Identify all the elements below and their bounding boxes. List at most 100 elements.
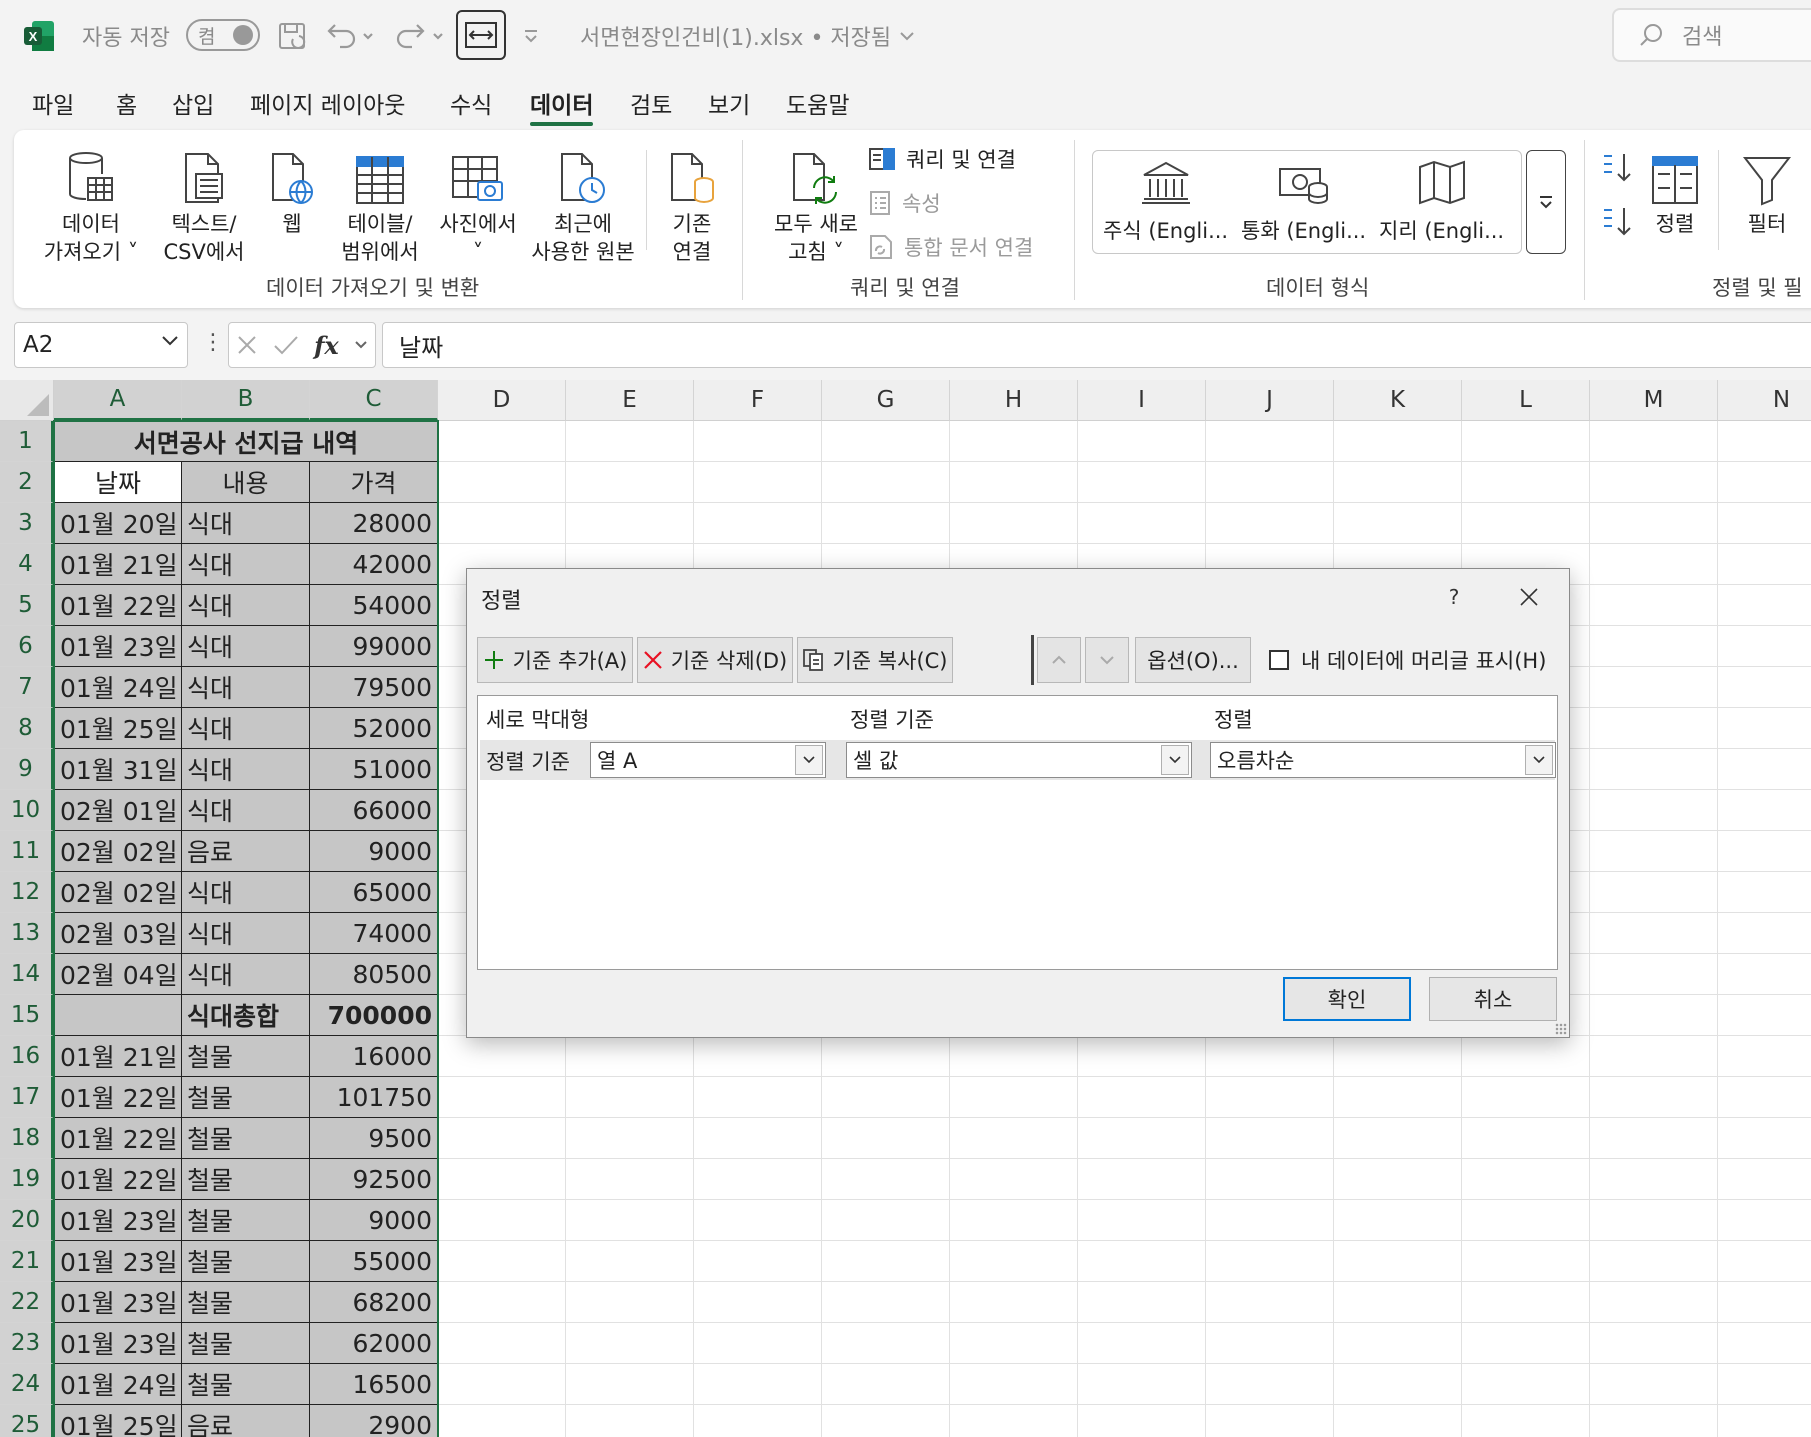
- column-header[interactable]: G: [822, 380, 950, 421]
- price-cell[interactable]: 66000: [310, 790, 438, 831]
- content-cell[interactable]: 철물: [182, 1200, 310, 1241]
- price-cell[interactable]: 101750: [310, 1077, 438, 1118]
- close-icon[interactable]: [1509, 579, 1549, 615]
- row-header[interactable]: 11: [0, 831, 54, 872]
- cancel-icon[interactable]: [236, 334, 258, 356]
- customize-qat-icon[interactable]: [518, 14, 544, 58]
- date-cell[interactable]: 01월 24일: [54, 667, 182, 708]
- content-cell[interactable]: 식대: [182, 626, 310, 667]
- row-header[interactable]: 23: [0, 1323, 54, 1364]
- row-header[interactable]: 3: [0, 503, 54, 544]
- recent-sources-button[interactable]: 최근에 사용한 원본: [518, 140, 648, 266]
- edit-links-button[interactable]: 통합 문서 연결: [868, 232, 1033, 262]
- date-cell[interactable]: 01월 31일: [54, 749, 182, 790]
- content-cell[interactable]: 음료: [182, 1405, 310, 1437]
- column-header[interactable]: D: [438, 380, 566, 421]
- autosave-toggle[interactable]: 켬: [186, 19, 260, 51]
- chevron-down-icon[interactable]: [354, 340, 368, 350]
- move-up-button[interactable]: [1037, 637, 1081, 683]
- name-box[interactable]: A2: [14, 322, 188, 368]
- row-header[interactable]: 22: [0, 1282, 54, 1323]
- price-cell[interactable]: 79500: [310, 667, 438, 708]
- date-cell[interactable]: 01월 22일: [54, 1118, 182, 1159]
- content-cell[interactable]: 식대: [182, 872, 310, 913]
- price-cell[interactable]: 74000: [310, 913, 438, 954]
- queries-connections-button[interactable]: 쿼리 및 연결: [868, 144, 1016, 174]
- price-cell[interactable]: 99000: [310, 626, 438, 667]
- tab-file[interactable]: 파일: [32, 86, 74, 120]
- content-cell[interactable]: 철물: [182, 1159, 310, 1200]
- tab-page-layout[interactable]: 페이지 레이아웃: [250, 86, 405, 120]
- more-options-icon[interactable]: ⋮: [202, 330, 224, 355]
- row-header[interactable]: 18: [0, 1118, 54, 1159]
- sort-on-select[interactable]: 셀 값: [846, 742, 1192, 778]
- column-header[interactable]: I: [1078, 380, 1206, 421]
- date-cell[interactable]: 02월 04일: [54, 954, 182, 995]
- has-headers-checkbox[interactable]: 내 데이터에 머리글 표시(H): [1269, 645, 1546, 675]
- price-cell[interactable]: 700000: [310, 995, 438, 1036]
- ok-button[interactable]: 확인: [1283, 977, 1411, 1021]
- content-cell[interactable]: 식대: [182, 667, 310, 708]
- column-header[interactable]: E: [566, 380, 694, 421]
- row-header[interactable]: 17: [0, 1077, 54, 1118]
- cancel-button[interactable]: 취소: [1429, 977, 1557, 1021]
- undo-icon[interactable]: [320, 14, 380, 58]
- price-cell[interactable]: 55000: [310, 1241, 438, 1282]
- move-down-button[interactable]: [1085, 637, 1129, 683]
- content-cell[interactable]: 철물: [182, 1282, 310, 1323]
- row-header[interactable]: 19: [0, 1159, 54, 1200]
- date-cell[interactable]: 01월 25일: [54, 1405, 182, 1437]
- column-header[interactable]: F: [694, 380, 822, 421]
- date-cell[interactable]: 02월 02일: [54, 872, 182, 913]
- from-picture-button[interactable]: 사진에서 ˅: [428, 140, 528, 266]
- column-header[interactable]: M: [1590, 380, 1718, 421]
- text-csv-button[interactable]: 텍스트/ CSV에서: [154, 140, 254, 266]
- tab-data[interactable]: 데이터: [530, 86, 594, 126]
- column-header[interactable]: J: [1206, 380, 1334, 421]
- select-all-corner[interactable]: [0, 380, 54, 421]
- date-cell[interactable]: 01월 23일: [54, 1241, 182, 1282]
- date-cell[interactable]: [54, 995, 182, 1036]
- date-cell[interactable]: 02월 02일: [54, 831, 182, 872]
- tab-help[interactable]: 도움말: [786, 86, 849, 120]
- price-cell[interactable]: 42000: [310, 544, 438, 585]
- row-header[interactable]: 12: [0, 872, 54, 913]
- tab-view[interactable]: 보기: [708, 86, 750, 120]
- content-cell[interactable]: 식대: [182, 503, 310, 544]
- row-header[interactable]: 25: [0, 1405, 54, 1437]
- sort-ascending-button[interactable]: [1598, 150, 1632, 186]
- stocks-datatype-button[interactable]: 주식 (Engli...: [1103, 157, 1228, 245]
- content-cell[interactable]: 식대: [182, 954, 310, 995]
- content-cell[interactable]: 식대: [182, 585, 310, 626]
- row-header[interactable]: 2: [0, 462, 54, 503]
- document-title[interactable]: 서면현장인건비(1).xlsx • 저장됨: [580, 18, 915, 54]
- date-cell[interactable]: 01월 23일: [54, 1282, 182, 1323]
- help-button[interactable]: ?: [1439, 579, 1469, 615]
- content-cell[interactable]: 식대총합: [182, 995, 310, 1036]
- price-cell[interactable]: 80500: [310, 954, 438, 995]
- price-cell[interactable]: 2900: [310, 1405, 438, 1437]
- fit-width-icon[interactable]: [456, 10, 506, 60]
- date-cell[interactable]: 02월 01일: [54, 790, 182, 831]
- content-cell[interactable]: 음료: [182, 831, 310, 872]
- content-cell[interactable]: 철물: [182, 1077, 310, 1118]
- sort-button[interactable]: 정렬: [1640, 140, 1710, 238]
- price-cell[interactable]: 16000: [310, 1036, 438, 1077]
- price-cell[interactable]: 52000: [310, 708, 438, 749]
- price-cell[interactable]: 16500: [310, 1364, 438, 1405]
- table-title-cell[interactable]: 서면공사 선지급 내역: [54, 421, 438, 462]
- content-cell[interactable]: 철물: [182, 1323, 310, 1364]
- save-icon[interactable]: [272, 14, 312, 58]
- row-header[interactable]: 14: [0, 954, 54, 995]
- geography-datatype-button[interactable]: 지리 (Engli...: [1379, 157, 1504, 245]
- date-cell[interactable]: 01월 20일: [54, 503, 182, 544]
- price-cell[interactable]: 9000: [310, 831, 438, 872]
- row-header[interactable]: 10: [0, 790, 54, 831]
- sort-order-select[interactable]: 오름차순: [1210, 742, 1556, 778]
- column-header[interactable]: L: [1462, 380, 1590, 421]
- content-cell[interactable]: 식대: [182, 544, 310, 585]
- from-web-button[interactable]: 웹: [260, 140, 324, 238]
- row-header[interactable]: 20: [0, 1200, 54, 1241]
- formula-input[interactable]: 날짜: [382, 322, 1811, 368]
- price-cell[interactable]: 9000: [310, 1200, 438, 1241]
